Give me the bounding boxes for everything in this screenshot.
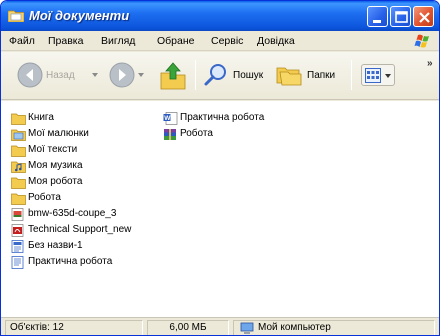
status-objects-count: Об'єктів: 12 (5, 320, 143, 335)
toolbar-separator (195, 60, 196, 90)
title-bar[interactable]: Мої документи (1, 1, 439, 31)
menu-help[interactable]: Довідка (257, 35, 295, 47)
folder-icon (11, 145, 26, 157)
folders-icon[interactable] (275, 63, 303, 87)
music-folder-icon (11, 161, 26, 173)
status-size: 6,00 МБ (147, 320, 229, 335)
maximize-icon (395, 11, 408, 23)
word-file-icon: W (163, 112, 178, 125)
views-dropdown-icon (385, 74, 391, 78)
minimize-icon (373, 20, 381, 23)
minimize-button[interactable] (367, 6, 388, 27)
forward-arrow-icon[interactable] (109, 62, 135, 88)
menu-bar: Файл Правка Вигляд Обране Сервіс Довідка (1, 31, 439, 51)
archive-file-icon (164, 129, 176, 140)
pictures-folder-icon (11, 129, 26, 141)
close-button[interactable] (413, 6, 434, 27)
windows-logo-icon (414, 34, 429, 48)
maximize-button[interactable] (390, 6, 411, 27)
toolbar-separator (351, 60, 352, 90)
menu-edit[interactable]: Правка (48, 35, 83, 47)
close-icon (419, 12, 430, 23)
svg-text:W: W (164, 115, 171, 122)
menu-view[interactable]: Вигляд (101, 35, 135, 47)
menu-tools[interactable]: Сервіс (211, 35, 243, 47)
image-file-icon (11, 208, 24, 221)
back-button-label[interactable]: Назад (46, 70, 75, 81)
pdf-file-icon (11, 224, 24, 237)
search-button-label[interactable]: Пошук (233, 70, 263, 81)
up-folder-icon[interactable] (159, 61, 187, 91)
status-location: Мой компьютер (233, 320, 435, 335)
status-bar: Об'єктів: 12 6,00 МБ Мой компьютер (1, 317, 439, 335)
file-list: Книга Мої малюнки Мої тексти Моя музика … (1, 101, 439, 317)
folder-icon (11, 193, 26, 205)
folders-button-label[interactable]: Папки (307, 70, 335, 81)
folder-icon (11, 177, 26, 189)
views-button[interactable] (361, 64, 395, 86)
status-location-label: Мой компьютер (258, 322, 331, 333)
search-icon[interactable] (203, 62, 229, 88)
toolbar-more-chevron[interactable]: » (427, 58, 433, 69)
document-file-icon (11, 240, 24, 253)
explorer-window: Мої документи Файл Правка Вигляд Обране … (0, 0, 440, 336)
forward-dropdown-icon[interactable] (138, 73, 144, 77)
back-arrow-icon[interactable] (17, 62, 43, 88)
views-grid-icon (365, 68, 381, 83)
menu-favorites[interactable]: Обране (157, 35, 195, 47)
folder-icon (11, 113, 26, 125)
document-file-icon (11, 256, 24, 269)
computer-icon (240, 322, 254, 334)
back-dropdown-icon[interactable] (92, 73, 98, 77)
toolbar: Назад Пошук Папки » (1, 52, 439, 100)
window-title: Мої документи (29, 8, 130, 23)
folder-icon (8, 10, 24, 22)
menu-file[interactable]: Файл (9, 35, 35, 47)
